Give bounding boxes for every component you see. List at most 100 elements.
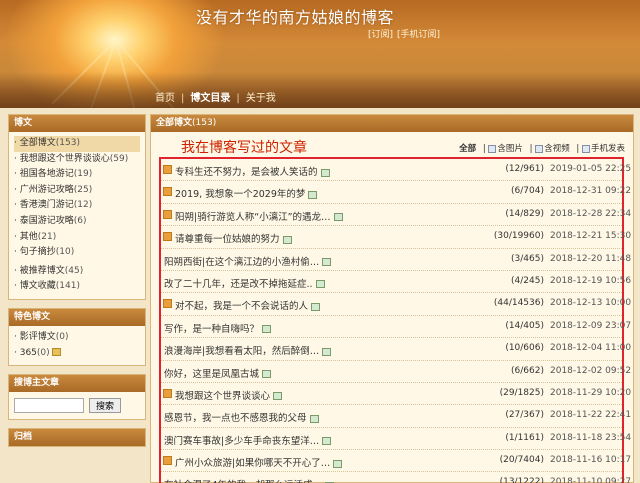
category-box-title: 博文 [9,115,145,132]
category-label: 我想跟这个世界谈谈心 [19,153,110,164]
category-label: 香港澳门游记 [19,200,74,211]
nav-article-list[interactable]: 博文目录 [190,89,230,104]
filter-with-video[interactable]: | 含视频 [530,144,570,154]
post-title[interactable]: 广州小众旅游|如果你哪天不开心了… [175,455,343,470]
picture-icon [322,258,332,267]
subscribe-link[interactable]: [订阅] [368,30,393,40]
post-row: 阳朔|骑行游览人称“小漓江”的遇龙… (14/829) 2018-12-28 22:… [161,204,631,227]
category-list: · 全部博文(153) · 我想跟这个世界谈谈心(59) · 祖国各地游记(19) ·… [9,132,145,299]
filter-mobile[interactable]: | 手机发表 [576,144,625,154]
picture-icon [262,325,272,334]
main-box-count: (153) [192,118,217,128]
picture-icon [333,459,343,468]
blog-title[interactable]: 没有才华的南方姑娘的博客 [196,4,394,28]
main-panel: 全部博文(153) 我在博客写过的文章 全部 | 含图片 | 含视频 | 手机发… [150,114,634,483]
post-title[interactable]: 浪漫海岸|我想看看太阳，然后醉倒… [164,343,332,357]
category-item[interactable]: · 广州游记攻略(25) [14,183,140,199]
post-date: 2018-12-20 11:48 [550,253,632,264]
picture-icon [320,168,330,177]
picture-icon [322,347,332,356]
post-row: 澳门赛车事故|多少车手命丧东望洋… (1/1161) 2018-11-18 23:5… [161,428,631,451]
post-date: 2018-11-22 22:41 [550,410,632,421]
category-item[interactable]: · 泰国游记攻略(6) [14,214,140,230]
post-title[interactable]: 你好，这里是凤凰古城 [164,366,272,380]
category-count: (19) [73,169,93,180]
category-item[interactable]: · 句子摘抄(10) [14,245,140,261]
post-row: 写作，是一种自嗨吗？ (14/405) 2018-12-09 23:07 [161,316,631,339]
post-date: 2018-12-02 09:52 [550,365,632,376]
post-title[interactable]: 2019, 我想象一个2029年的梦 [175,186,318,201]
post-row: 感恩节，我一点也不感恩我的父母 (27/367) 2018-11-22 22:41 [161,405,631,428]
post-stats: (44/14536) [493,298,544,309]
category-item[interactable]: · 香港澳门游记(12) [14,198,140,214]
category-count: (153) [55,138,80,148]
post-date: 2018-12-09 23:07 [550,320,632,331]
post-title[interactable]: 阳朔|骑行游览人称“小漓江”的遇龙… [175,209,343,223]
search-button[interactable]: 搜索 [89,398,122,414]
post-row: 你好，这里是凤凰古城 (6/662) 2018-12-02 09:52 [161,361,631,383]
featured-label: 365 [19,347,37,358]
post-title-text: 对不起，我是一个不会说话的人 [175,301,309,313]
post-stats: (6/662) [511,365,544,376]
post-title[interactable]: 对不起，我是一个不会说话的人 [175,298,321,313]
post-stats: (6/704) [511,186,544,197]
category-item[interactable]: · 全部博文(153) [14,136,140,152]
main-box-title-label: 全部博文 [156,118,193,128]
featured-item-365[interactable]: · 365(0) [14,346,140,362]
post-title-text: 我想跟这个世界谈谈心 [175,390,271,402]
category-label: 泰国游记攻略 [19,215,74,226]
post-title[interactable]: 改了二十几年，还是改不掉拖延症.. [164,276,325,290]
nav-separator: | [236,93,240,104]
post-date: 2018-11-18 23:54 [550,432,632,443]
post-date: 2018-12-21 15:30 [550,231,632,242]
category-item[interactable]: · 被推荐博文(45) [14,264,140,280]
post-title-text: 2019, 我想象一个2029年的梦 [175,189,306,201]
category-count: (141) [55,281,80,292]
featured-list: · 影评博文(0) · 365(0) [9,326,145,365]
blog-nav: 首页 | 博文目录 | 关于我 [155,89,282,104]
recommended-badge-icon [163,456,172,466]
post-title-text: 广州小众旅游|如果你哪天不开心了… [175,458,331,470]
post-row: 在社会混了4年的我，却那么远活成… (13/1222) 2018-11-10 09:… [161,472,631,483]
nav-about[interactable]: 关于我 [246,89,276,104]
post-date: 2018-11-10 09:27 [550,477,632,483]
post-stats: (13/1222) [499,477,544,483]
post-stats: (4/245) [511,275,544,286]
post-title[interactable]: 感恩节，我一点也不感恩我的父母 [164,410,319,424]
post-row: 我想跟这个世界谈谈心 (29/1825) 2018-11-29 10:20 [161,383,631,406]
post-title[interactable]: 写作，是一种自嗨吗？ [164,321,272,335]
post-title[interactable]: 阳朔西街|在这个漓江边的小渔村偷… [164,254,332,268]
post-stats: (14/829) [505,208,544,219]
category-label: 祖国各地游记 [19,169,74,180]
post-stats: (3/465) [511,253,544,264]
post-row: 请尊重每一位姑娘的努力 (30/19960) 2018-12-21 15:30 [161,226,631,249]
mobile-subscribe-link[interactable]: [手机订阅] [397,30,440,40]
post-title[interactable]: 澳门赛车事故|多少车手命丧东望洋… [164,433,332,447]
picture-icon [262,370,272,379]
picture-icon [309,414,319,423]
filter-all[interactable]: 全部 [459,144,476,154]
post-date: 2018-11-16 10:17 [550,455,632,466]
post-title[interactable]: 专科生还不努力，是会被人笑话的 [175,164,330,178]
post-title[interactable]: 我想跟这个世界谈谈心 [175,388,283,402]
category-label: 全部博文 [19,138,56,148]
category-item[interactable]: · 其他(21) [14,230,140,246]
category-count: (25) [73,184,93,195]
category-item[interactable]: · 我想跟这个世界谈谈心(59) [14,152,140,168]
search-row: 搜索 [9,392,145,419]
post-stats: (14/405) [505,320,544,331]
category-item[interactable]: · 博文收藏(141) [14,279,140,295]
post-list: 专科生还不努力，是会被人笑话的 (12/961) 2019-01-05 22:25 2… [161,159,631,483]
category-item[interactable]: · 祖国各地游记(19) [14,167,140,183]
post-date: 2018-12-31 09:22 [550,186,632,197]
post-title[interactable]: 请尊重每一位姑娘的努力 [175,231,292,245]
nav-home[interactable]: 首页 [155,89,175,104]
post-title[interactable]: 在社会混了4年的我，却那么远活成… [164,477,335,483]
post-title-text: 阳朔|骑行游览人称“小漓江”的遇龙… [175,211,331,223]
post-title-text: 阳朔西街|在这个漓江边的小渔村偷… [164,256,320,268]
featured-item-film-review[interactable]: · 影评博文(0) [14,330,140,346]
search-input[interactable] [14,398,84,414]
picture-icon [308,190,318,199]
post-title-text: 你好，这里是凤凰古城 [164,368,260,380]
filter-with-pic[interactable]: | 含图片 [483,144,523,154]
